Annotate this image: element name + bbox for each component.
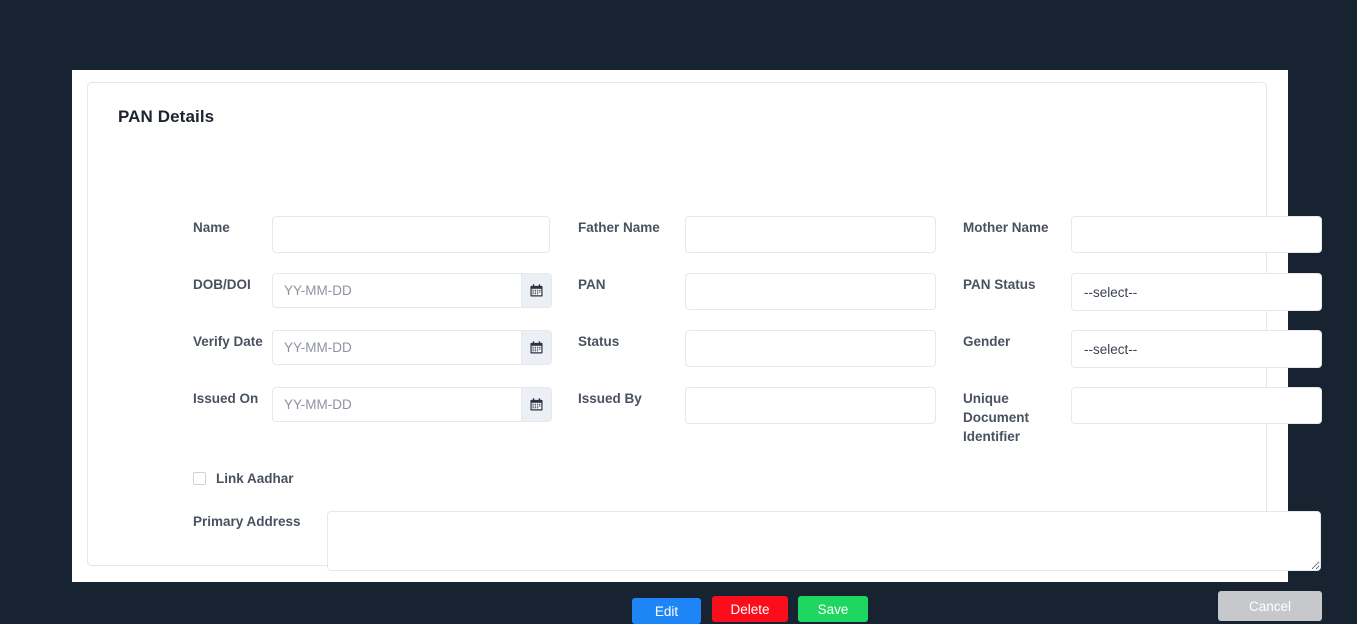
link-aadhar-label: Link Aadhar [216,471,294,486]
status-input[interactable] [685,330,936,367]
issued-on-datepicker[interactable] [272,387,552,422]
edit-button[interactable]: Edit [632,598,701,624]
calendar-icon[interactable] [521,331,551,364]
calendar-icon[interactable] [521,274,551,307]
verify-date-datepicker[interactable] [272,330,552,365]
page-surface: PAN Details Name Father Name Mother Name… [72,70,1322,624]
save-button[interactable]: Save [798,596,868,622]
issued-by-input[interactable] [685,387,936,424]
pan-status-select[interactable]: --select-- [1071,273,1322,311]
primary-address-textarea[interactable] [327,511,1321,571]
label-pan: PAN [578,277,606,292]
delete-button[interactable]: Delete [712,596,788,622]
name-input[interactable] [272,216,550,253]
label-issued-by: Issued By [578,391,642,406]
label-pan-status: PAN Status [963,277,1036,292]
label-mother-name: Mother Name [963,220,1049,235]
label-issued-on: Issued On [193,391,259,406]
link-aadhar-checkbox[interactable] [193,472,206,485]
unique-document-identifier-input[interactable] [1071,387,1322,424]
gender-select[interactable]: --select-- [1071,330,1322,368]
label-status: Status [578,334,620,349]
dob-doi-input[interactable] [273,274,521,307]
pan-status-selected-value: --select-- [1084,284,1138,300]
calendar-icon[interactable] [521,388,551,421]
label-gender: Gender [963,334,1011,349]
label-dob-doi: DOB/DOI [193,277,251,292]
label-unique-document-identifier: Unique Document Identifier [963,391,1030,444]
dob-doi-datepicker[interactable] [272,273,552,308]
label-name: Name [193,220,230,235]
mother-name-input[interactable] [1071,216,1322,253]
cancel-button[interactable]: Cancel [1218,591,1322,621]
pan-details-card: PAN Details Name Father Name Mother Name… [87,82,1322,624]
page-title: PAN Details [118,107,215,126]
label-father-name: Father Name [578,220,660,235]
label-primary-address: Primary Address [193,514,301,529]
link-aadhar-row[interactable]: Link Aadhar [193,471,294,486]
pan-input[interactable] [685,273,936,310]
issued-on-input[interactable] [273,388,521,421]
label-verify-date: Verify Date [193,334,263,349]
gender-selected-value: --select-- [1084,341,1138,357]
father-name-input[interactable] [685,216,936,253]
verify-date-input[interactable] [273,331,521,364]
